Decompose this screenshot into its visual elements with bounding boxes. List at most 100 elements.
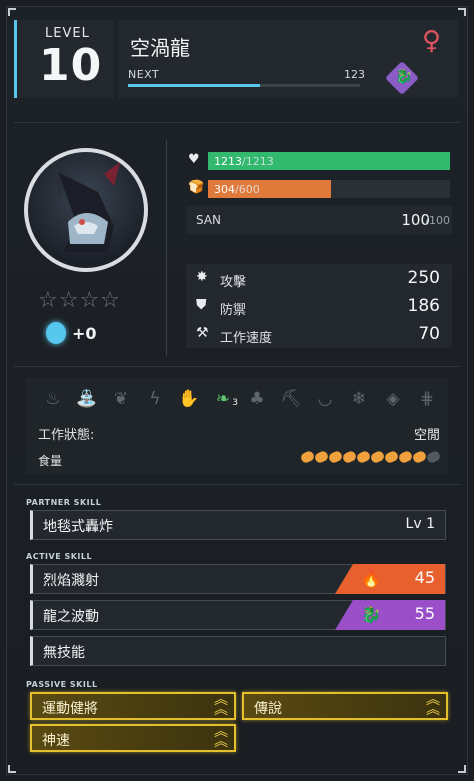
food-unit-icon	[397, 449, 414, 465]
corner-decoration	[8, 765, 16, 773]
rank-up-icon: ︽ ︽	[214, 724, 228, 750]
exp-bar-fill	[128, 84, 261, 87]
hp-current: 1213	[214, 155, 242, 168]
passive-skill-row[interactable]: 運動健將 ︽ ︽	[30, 692, 236, 720]
corner-decoration	[458, 765, 466, 773]
skill-power: 45	[414, 568, 435, 587]
fire-icon: 🔥	[361, 569, 381, 588]
food-unit-icon	[313, 449, 330, 465]
next-exp-value: 123	[344, 68, 365, 81]
rank-up-icon: ︽ ︽	[426, 692, 440, 718]
attack-row: ✸ 攻擊 250	[186, 264, 452, 292]
active-skill-row[interactable]: 無技能	[30, 636, 446, 666]
corner-decoration	[458, 8, 466, 16]
pal-soul-icon	[46, 322, 66, 344]
passive-skill-row[interactable]: 神速 ︽ ︽	[30, 724, 236, 752]
defense-icon: ⛊	[196, 297, 207, 313]
work-speed-icon: ⚒	[196, 325, 209, 341]
level-box: LEVEL 10	[14, 20, 114, 98]
hunger-max: /600	[235, 183, 260, 196]
san-row: SAN 100 /100	[186, 206, 452, 234]
electricity-icon[interactable]: ϟ	[142, 386, 168, 412]
watering-icon[interactable]: ⛲	[74, 386, 100, 412]
divider	[14, 366, 460, 367]
food-icon: 🍞	[188, 180, 205, 195]
attack-value: 250	[407, 268, 440, 288]
hunger-text: 304/600	[214, 183, 260, 196]
partner-skill-label: PARTNER SKILL	[26, 498, 102, 507]
hp-max: /1213	[242, 155, 274, 168]
rank-stars: ☆☆☆☆	[38, 288, 121, 313]
kindling-icon[interactable]: ♨	[40, 386, 66, 412]
hunger-current: 304	[214, 183, 235, 196]
active-skill-row[interactable]: 龍之波動 🐉 55	[30, 600, 446, 630]
soul-enhancement-value: +0	[72, 324, 97, 343]
food-unit-icon	[425, 449, 442, 465]
name-box: 空渦龍 ♀ NEXT 123 🐉	[118, 20, 458, 98]
active-skill-name: 龍之波動	[43, 609, 99, 625]
pal-name[interactable]: 空渦龍	[130, 32, 190, 61]
food-unit-icon	[327, 449, 344, 465]
level-label: LEVEL	[45, 26, 90, 41]
san-label: SAN	[196, 213, 222, 227]
transporting-icon[interactable]: ◈	[380, 386, 406, 412]
handiwork-icon[interactable]: ✋	[176, 386, 202, 412]
work-suitability-panel: ♨ ⛲ ❦ ϟ ✋ ❧ 3 ♣ ⛏ ◡ ❄ ◈ ⋕ 工作狀態: 空閒 食量	[26, 378, 448, 474]
food-unit-icon	[411, 449, 428, 465]
mining-icon[interactable]: ⛏	[278, 386, 304, 412]
attributes-panel: ✸ 攻擊 250 ⛊ 防禦 186 ⚒ 工作速度 70	[186, 264, 452, 348]
attack-icon: ✸	[196, 269, 208, 285]
farming-icon[interactable]: ⋕	[414, 386, 440, 412]
lumbering-icon[interactable]: ♣	[244, 386, 270, 412]
san-max: /100	[425, 214, 450, 227]
dragon-element-tag: 🐉 55	[335, 600, 445, 630]
gathering-icon[interactable]: ❧ 3	[210, 386, 238, 412]
work-icons: ♨ ⛲ ❦ ϟ ✋ ❧ 3 ♣ ⛏ ◡ ❄ ◈ ⋕	[40, 386, 440, 414]
dragon-element-icon: 🐉	[385, 61, 419, 95]
level-value: 10	[39, 40, 103, 91]
medicine-icon[interactable]: ◡	[312, 386, 338, 412]
hunger-row: 🍞 304/600	[186, 178, 452, 200]
female-gender-icon: ♀	[422, 26, 442, 56]
gathering-level: 3	[232, 398, 238, 408]
defense-label: 防禦	[220, 303, 247, 318]
partner-skill-row[interactable]: 地毯式轟炸 Lv 1	[30, 510, 446, 540]
exp-bar	[128, 84, 360, 87]
attack-label: 攻擊	[220, 275, 247, 290]
passive-skill-name: 傳說	[254, 701, 282, 717]
work-status-label: 工作狀態:	[38, 428, 95, 443]
planting-icon[interactable]: ❦	[108, 386, 134, 412]
active-skill-row[interactable]: 烈焰濺射 🔥 45	[30, 564, 446, 594]
vertical-divider	[166, 140, 167, 356]
rank-up-icon: ︽ ︽	[214, 692, 228, 718]
food-consumption-icons	[299, 449, 442, 465]
divider	[14, 484, 460, 485]
food-unit-icon	[383, 449, 400, 465]
pal-portrait	[24, 148, 148, 272]
cooling-icon[interactable]: ❄	[346, 386, 372, 412]
work-speed-value: 70	[418, 324, 440, 344]
work-speed-label: 工作速度	[220, 331, 273, 346]
active-skill-name: 無技能	[43, 645, 85, 661]
skill-power: 55	[414, 604, 435, 623]
corner-decoration	[8, 8, 16, 16]
food-unit-icon	[341, 449, 358, 465]
fire-element-tag: 🔥 45	[335, 564, 445, 594]
hp-row: ♥ 1213/1213	[186, 150, 452, 172]
food-unit-icon	[299, 449, 316, 465]
passive-skill-name: 神速	[42, 733, 70, 749]
active-skill-label: ACTIVE SKILL	[26, 552, 93, 561]
partner-skill-level: Lv 1	[405, 516, 435, 532]
work-status-value: 空閒	[413, 428, 440, 443]
active-skill-name: 烈焰濺射	[43, 573, 99, 589]
passive-skill-name: 運動健將	[42, 701, 98, 717]
work-speed-row: ⚒ 工作速度 70	[186, 320, 452, 348]
dragon-icon: 🐉	[361, 605, 381, 624]
pal-portrait-image	[54, 160, 120, 252]
food-unit-icon	[355, 449, 372, 465]
passive-skill-row[interactable]: 傳說 ︽ ︽	[242, 692, 448, 720]
heart-icon: ♥	[188, 152, 200, 167]
defense-value: 186	[407, 296, 440, 316]
partner-skill-name: 地毯式轟炸	[43, 519, 113, 535]
hp-text: 1213/1213	[214, 155, 274, 168]
